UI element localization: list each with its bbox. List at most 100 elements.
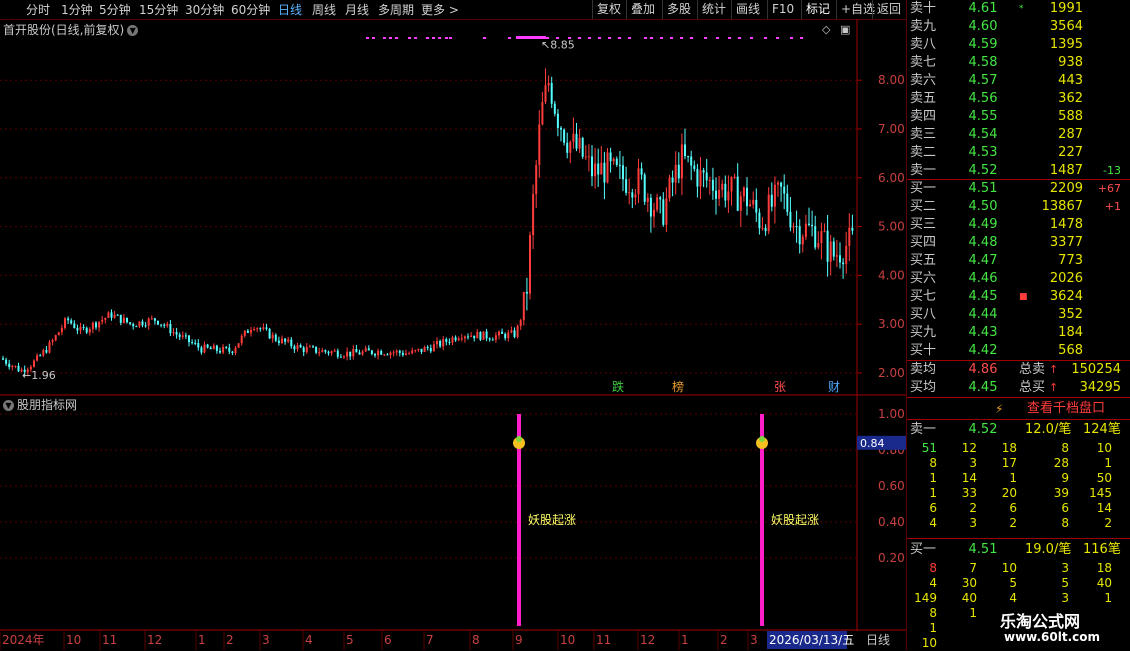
level-mark: * (1019, 4, 1024, 14)
period-tab-4[interactable]: 30分钟 (185, 1, 224, 18)
summary-total: 34295 (1079, 380, 1121, 395)
toolbar-button-0[interactable]: 复权 (592, 0, 625, 19)
toolbar-button-5[interactable]: F10 (767, 0, 798, 19)
ask-level-3[interactable]: 卖七 4.58 938 (907, 54, 1130, 72)
candle-body (219, 350, 221, 353)
lightning-icon: ⚡ (995, 402, 1004, 416)
candle-body (680, 144, 683, 179)
ask-level-6[interactable]: 卖四 4.55 588 (907, 108, 1130, 126)
time-label: 2024年 (2, 633, 45, 647)
period-tab-8[interactable]: 月线 (345, 1, 369, 18)
event-marker-2[interactable]: 张 (774, 380, 786, 394)
toolbar-button-8[interactable]: 返回 (872, 0, 905, 19)
queue-cell: 1 (929, 486, 937, 500)
ask-level-1[interactable]: 卖九 4.60 3564 (907, 18, 1130, 36)
ask-level-9[interactable]: 卖一 4.52 1487 -13 (907, 162, 1130, 180)
bid-level-7[interactable]: 买八 4.44 352 (907, 306, 1130, 324)
candle-body (67, 318, 70, 321)
candle-body (491, 339, 494, 341)
level-label: 卖四 (910, 109, 937, 124)
ask-level-4[interactable]: 卖六 4.57 443 (907, 72, 1130, 90)
period-tab-1[interactable]: 1分钟 (61, 1, 93, 18)
candle-body (804, 223, 807, 237)
candle-body (634, 194, 637, 198)
toolbar-button-4[interactable]: 画线 (731, 0, 764, 19)
bid-level-3[interactable]: 买四 4.48 3377 (907, 234, 1130, 252)
candle-body (197, 343, 200, 348)
queue-cell: 40 (1096, 576, 1112, 590)
view-levels-link[interactable]: ⚡ 查看千档盘口 (907, 400, 1130, 418)
level-volume: 352 (1058, 307, 1083, 322)
period-tab-6[interactable]: 日线 (278, 1, 302, 18)
candle-body (237, 343, 240, 348)
period-tab-7[interactable]: 周线 (312, 1, 336, 18)
level-label: 买七 (910, 289, 937, 304)
period-tab-3[interactable]: 15分钟 (139, 1, 178, 18)
candle-body (73, 323, 76, 328)
watermark: 乐淘公式网 www.60lt.com (990, 606, 1130, 650)
toolbar-button-2[interactable]: 多股 (662, 0, 695, 19)
candle-body (442, 339, 445, 347)
candle-body (420, 348, 423, 352)
queue-cell: 8 (929, 561, 937, 575)
toolbar-button-6[interactable]: 标记 (801, 0, 834, 19)
toolbar-button-1[interactable]: 叠加 (626, 0, 659, 19)
level-label: 买二 (910, 199, 937, 214)
candle-body (795, 226, 798, 228)
queue-cell: 5 (1009, 576, 1017, 590)
candle-body (352, 348, 355, 357)
kline-chart-area[interactable]: 8.007.006.005.004.003.002.001.000.800.60… (0, 19, 906, 650)
bid-level-8[interactable]: 买九 4.43 184 (907, 324, 1130, 342)
level-change: +67 (1097, 182, 1121, 195)
candle-body (172, 332, 175, 334)
candle-body (79, 326, 82, 331)
candle-body (308, 346, 311, 348)
bid-level-5[interactable]: 买六 4.46 2026 (907, 270, 1130, 288)
level-label: 卖九 (910, 19, 937, 34)
queue-cell: 8 (1061, 516, 1069, 530)
bid-level-2[interactable]: 买三 4.49 1478 (907, 216, 1130, 234)
period-tab-2[interactable]: 5分钟 (99, 1, 131, 18)
queue-cell: 10 (921, 636, 937, 650)
panel-icon[interactable]: ▣ (840, 23, 850, 36)
event-marker-0[interactable]: 跌 (612, 379, 624, 394)
period-tab-0[interactable]: 分时 (26, 1, 50, 18)
event-marker-1[interactable]: 榜 (672, 379, 684, 394)
ask-level-7[interactable]: 卖三 4.54 287 (907, 126, 1130, 144)
candle-body (541, 102, 544, 125)
toolbar-button-3[interactable]: 统计 (697, 0, 730, 19)
event-marker-3[interactable]: 财 (828, 380, 840, 394)
signal-dot (660, 37, 663, 39)
watermark-line1: 乐淘公式网 (1000, 612, 1081, 631)
chevron-down-icon[interactable]: ▼ (3, 400, 14, 411)
chevron-down-icon[interactable]: ▼ (127, 25, 139, 36)
candle-body (687, 156, 690, 158)
bid-level-1[interactable]: 买二 4.50 13867 +1 (907, 198, 1130, 216)
ask-level-0[interactable]: 卖十 4.61 * 1991 (907, 0, 1130, 18)
ask-level-8[interactable]: 卖二 4.53 227 (907, 144, 1130, 162)
bid-level-9[interactable]: 买十 4.42 568 (907, 342, 1130, 360)
candle-body (715, 190, 717, 199)
candle-body (566, 142, 569, 153)
candle-body (358, 352, 361, 355)
bid-level-6[interactable]: 买七 4.45 ■ 3624 (907, 288, 1130, 306)
bid-level-4[interactable]: 买五 4.47 773 (907, 252, 1130, 270)
period-tab-10[interactable]: 更多 > (421, 1, 459, 18)
candle-body (742, 187, 745, 197)
period-tab-5[interactable]: 60分钟 (231, 1, 270, 18)
candle-body (98, 321, 101, 328)
candle-body (733, 176, 736, 178)
candle-body (39, 355, 42, 357)
period-tab-9[interactable]: 多周期 (378, 1, 414, 18)
candle-body (783, 186, 786, 194)
candle-body (615, 158, 618, 165)
candle-body (612, 158, 615, 162)
diamond-icon[interactable]: ◇ (822, 23, 831, 36)
ask-level-2[interactable]: 卖八 4.59 1395 (907, 36, 1130, 54)
bid-level-0[interactable]: 买一 4.51 2209 +67 (907, 180, 1130, 198)
ask-level-5[interactable]: 卖五 4.56 362 (907, 90, 1130, 108)
queue-cell: 9 (1061, 471, 1069, 485)
time-label: 12 (147, 633, 162, 647)
queue-cell: 18 (1096, 561, 1112, 575)
candle-body (684, 144, 686, 157)
